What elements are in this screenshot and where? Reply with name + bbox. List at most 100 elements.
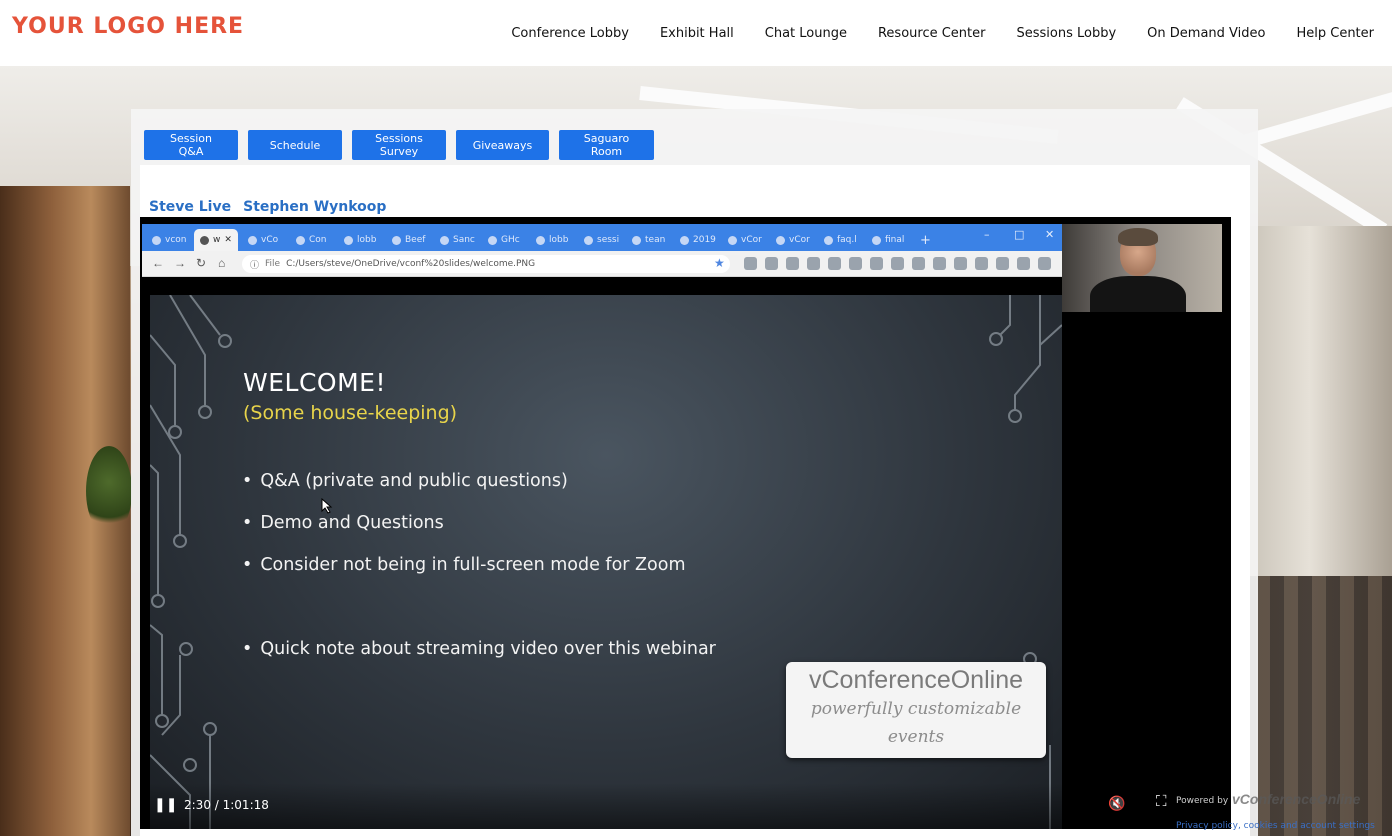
browser-tab: vCo [242,229,290,251]
browser-tab: vCor [770,229,818,251]
nav-resource-center[interactable]: Resource Center [878,26,986,41]
extension-icon [744,257,757,270]
globe-icon [344,235,353,245]
mouse-cursor-icon [321,498,333,514]
browser-tab: sessi [578,229,626,251]
globe-icon [488,235,497,245]
extension-icon [975,257,988,270]
globe-icon [728,235,737,245]
back-icon: ← [152,256,164,270]
globe-icon [776,235,785,245]
tab-sessions-survey[interactable]: Sessions Survey [352,130,446,160]
extension-icon [849,257,862,270]
powered-by-label: Powered by [1176,796,1229,806]
nav-help-center[interactable]: Help Center [1296,26,1374,41]
nav-chat-lounge[interactable]: Chat Lounge [765,26,847,41]
browser-tab-active: w ✕ [194,229,238,251]
extension-icons [744,257,1051,270]
globe-icon [584,235,593,245]
slide-bullet: Demo and Questions [242,513,443,533]
extension-icon [891,257,904,270]
globe-icon [248,235,257,245]
brand-card: vConferenceOnline powerfully customizabl… [786,662,1046,758]
home-icon: ⌂ [218,256,226,270]
browser-tab: Beef [386,229,434,251]
globe-icon [200,235,209,245]
tab-saguaro-room[interactable]: Saguaro Room [559,130,654,160]
tab-session-qa[interactable]: Session Q&A [144,130,238,160]
fullscreen-icon[interactable]: ⛶ [1156,793,1167,810]
browser-tab: lobb [338,229,386,251]
extension-icon [1017,257,1030,270]
session-heading: Steve Live Stephen Wynkoop [149,199,398,215]
globe-icon [296,235,305,245]
browser-tab-strip: vcon w ✕ vCo Con lobb Beef Sanc GHc lobb … [142,224,1062,251]
address-url: C:/Users/steve/OneDrive/vconf%20slides/w… [286,259,536,269]
browser-tab: tean [626,229,674,251]
extension-icon [933,257,946,270]
info-icon: ⓘ [250,260,260,271]
video-controls: ❚❚ 2:30 / 1:01:18 🔇 ⛶ [140,783,1231,829]
slide-subtitle: (Some house-keeping) [243,402,458,424]
main-nav: Conference Lobby Exhibit Hall Chat Loung… [511,0,1392,66]
browser-tab: faq.l [818,229,866,251]
brand-logo-text: vConferenceOnline [808,666,1023,694]
close-icon: ✕ [224,235,232,245]
video-player[interactable]: vcon w ✕ vCo Con lobb Beef Sanc GHc lobb … [140,217,1231,829]
globe-icon [872,235,881,245]
slide-title: WELCOME! [243,368,386,397]
globe-icon [680,235,689,245]
globe-icon [824,235,833,245]
powered-by-brand[interactable]: vConferenceOnline [1232,791,1360,807]
new-tab-button: + [920,232,931,248]
presenter-hair [1118,228,1158,246]
session-tabs: Session Q&A Schedule Sessions Survey Giv… [144,130,654,160]
presenter-body [1090,276,1186,312]
presenter-webcam [1062,224,1222,312]
forward-icon: → [174,256,186,270]
globe-icon [632,235,641,245]
minimize-icon: – [984,228,990,241]
slide-bullet: Quick note about streaming video over th… [242,639,716,659]
slide-bullet: Q&A (private and public questions) [242,471,567,491]
pause-icon[interactable]: ❚❚ [154,796,177,813]
tab-schedule[interactable]: Schedule [248,130,342,160]
browser-tab: final [866,229,914,251]
nav-sessions-lobby[interactable]: Sessions Lobby [1017,26,1117,41]
nav-exhibit-hall[interactable]: Exhibit Hall [660,26,734,41]
browser-toolbar: ← → ↻ ⌂ ⓘ File C:/Users/steve/OneDrive/v… [142,251,1062,277]
address-bar: ⓘ File C:/Users/steve/OneDrive/vconf%20s… [242,255,730,273]
maximize-icon: □ [1014,228,1025,241]
extension-icon [786,257,799,270]
address-scheme: File [265,259,281,269]
brand-tagline: powerfully customizable events [810,699,1022,747]
globe-icon [392,235,401,245]
mute-icon[interactable]: 🔇 [1108,795,1125,812]
privacy-link[interactable]: Privacy policy, cookies and account sett… [1176,821,1375,831]
browser-tab: vCor [722,229,770,251]
globe-icon [152,235,161,245]
extension-icon [912,257,925,270]
globe-icon [536,235,545,245]
extension-icon [828,257,841,270]
presenter-name[interactable]: Stephen Wynkoop [243,199,386,215]
extension-icon [996,257,1009,270]
session-content: Steve Live Stephen Wynkoop vcon w ✕ vCo Co… [140,165,1250,836]
extension-icon [870,257,883,270]
tab-giveaways[interactable]: Giveaways [456,130,549,160]
star-icon: ★ [714,256,725,270]
nav-conference-lobby[interactable]: Conference Lobby [511,26,629,41]
browser-tab: Sanc [434,229,482,251]
video-time: 2:30 / 1:01:18 [184,798,269,812]
nav-on-demand-video[interactable]: On Demand Video [1147,26,1265,41]
plant [86,446,132,536]
reload-icon: ↻ [196,256,207,270]
browser-tab: lobb [530,229,578,251]
browser-tab: 2019 [674,229,722,251]
site-logo[interactable]: YOUR LOGO HERE [12,14,244,39]
session-title: Steve Live [149,199,232,215]
session-panel: Session Q&A Schedule Sessions Survey Giv… [131,109,1258,836]
extension-icon [1038,257,1051,270]
browser-tab: GHc [482,229,530,251]
extension-icon [954,257,967,270]
